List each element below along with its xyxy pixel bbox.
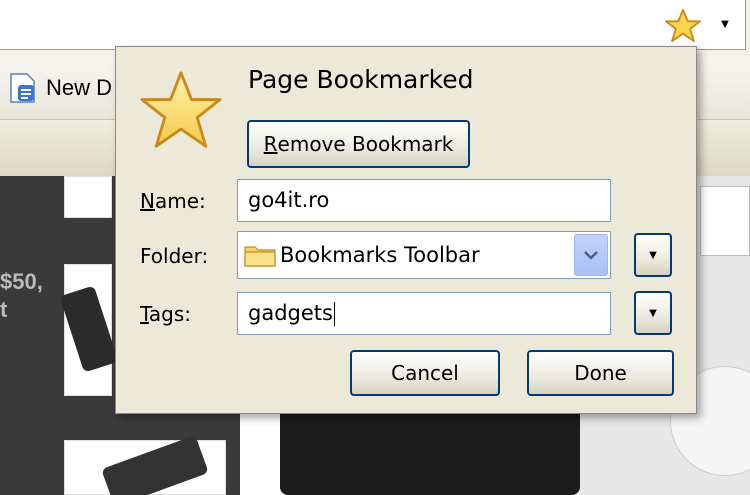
folder-select-value: Bookmarks Toolbar <box>280 243 480 267</box>
remove-bookmark-label: emove Bookmark <box>277 132 454 156</box>
tags-field-value: gadgets <box>248 301 333 325</box>
dropdown-arrow-icon[interactable]: ▼ <box>714 14 736 36</box>
remove-bookmark-accel: R <box>263 132 278 156</box>
panel-title: Page Bookmarked <box>248 65 474 94</box>
url-bar[interactable] <box>0 0 746 50</box>
page-snippet: $50, t <box>0 268 43 324</box>
cancel-button[interactable]: Cancel <box>350 350 500 396</box>
bookmarks-toolbar-item[interactable]: New D <box>6 68 112 108</box>
tags-label-accel: T <box>140 302 149 326</box>
remove-bookmark-button[interactable]: Remove Bookmark <box>247 120 470 168</box>
name-label-accel: N <box>140 189 155 213</box>
dropdown-arrow-icon: ▼ <box>649 307 657 319</box>
folder-expand-button[interactable]: ▼ <box>634 233 672 277</box>
dropdown-arrow-icon: ▼ <box>649 249 657 261</box>
product-thumbnail[interactable] <box>64 176 112 218</box>
document-icon <box>10 73 35 103</box>
tags-label: Tags: <box>140 302 191 326</box>
product-image[interactable] <box>280 400 580 495</box>
product-thumbnail[interactable] <box>59 264 119 396</box>
name-label: Name: <box>140 189 206 213</box>
page-snippet-line: t <box>0 297 8 322</box>
product-thumbnail[interactable] <box>64 435 226 495</box>
page-bookmarked-panel: Page Bookmarked Remove Bookmark Name: go… <box>115 46 697 414</box>
bookmark-star-icon[interactable] <box>664 8 702 44</box>
big-star-icon <box>140 71 222 148</box>
chevron-down-icon[interactable] <box>574 234 608 276</box>
tags-field[interactable]: gadgets <box>237 292 611 335</box>
page-snippet-line: $50, <box>0 269 43 294</box>
folder-select[interactable]: Bookmarks Toolbar <box>237 231 611 279</box>
bookmarks-toolbar-item-label: New D <box>46 75 113 100</box>
tags-label-text: ags: <box>148 302 192 326</box>
name-field[interactable]: go4it.ro <box>237 179 611 222</box>
folder-label: Folder: <box>140 244 209 268</box>
folder-icon <box>244 246 276 267</box>
text-caret <box>333 302 335 326</box>
tags-expand-button[interactable]: ▼ <box>634 291 672 335</box>
name-label-text: ame: <box>154 189 206 213</box>
done-button[interactable]: Done <box>527 350 674 396</box>
